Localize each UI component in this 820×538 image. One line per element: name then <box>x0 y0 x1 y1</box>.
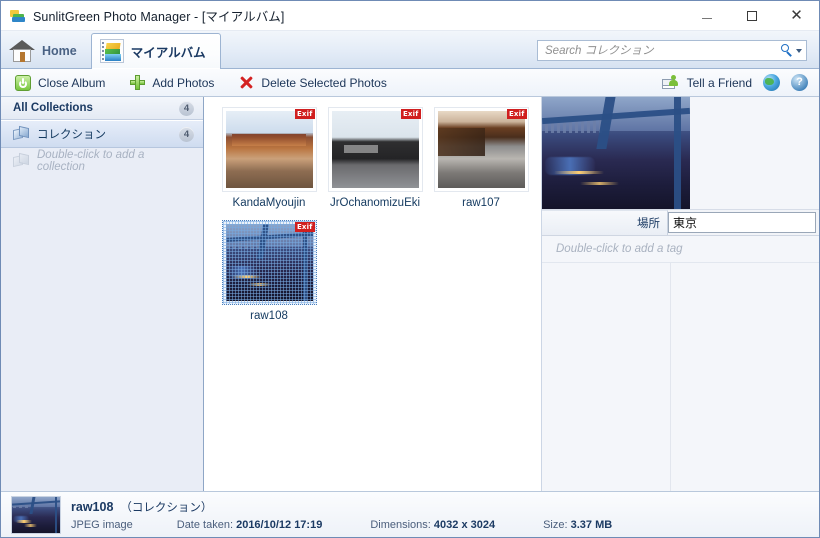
status-line-secondary: JPEG image Date taken: 2016/10/12 17:19 … <box>71 519 612 531</box>
add-tag-hint[interactable]: Double-click to add a tag <box>542 236 819 263</box>
search-container <box>537 40 807 61</box>
chevron-down-icon[interactable] <box>796 48 802 53</box>
window-controls: ✕ <box>684 1 819 30</box>
photo-grid: Exif KandaMyoujin Exif JrOchanomizuEki E… <box>216 107 541 333</box>
power-icon <box>15 74 31 91</box>
status-file-type: JPEG image <box>71 518 133 531</box>
tab-home-label: Home <box>42 43 77 58</box>
add-photos-button[interactable]: Add Photos <box>130 75 227 90</box>
minimize-button[interactable] <box>684 1 729 30</box>
exif-badge: Exif <box>294 222 315 232</box>
sidebar-add-collection-hint[interactable]: Double-click to add a collection <box>1 148 203 174</box>
window-title: SunlitGreen Photo Manager - [マイアルバム] <box>33 10 285 24</box>
photo-label: raw107 <box>462 197 500 209</box>
tab-my-album[interactable]: マイアルバム <box>90 33 221 69</box>
status-dimensions-value: 4032 x 3024 <box>433 518 496 531</box>
command-toolbar: Close Album Add Photos Delete Selected P… <box>1 69 819 97</box>
preview-image <box>542 97 690 209</box>
tag-row[interactable]: 場所 <box>542 210 819 236</box>
toolbar-right-group: Tell a Friend ? <box>661 74 819 91</box>
tab-strip: Home マイアルバム <box>1 31 819 69</box>
status-date-value: 2016/10/12 17:19 <box>236 518 323 531</box>
status-dimensions: Dimensions: 4032 x 3024 <box>370 519 495 531</box>
application-window: SunlitGreen Photo Manager - [マイアルバム] ✕ H… <box>0 0 820 538</box>
photo-image-kandamyoujin <box>225 111 313 188</box>
status-collection-name: （コレクション） <box>120 501 213 514</box>
photo-thumbnail[interactable]: Exif <box>433 107 529 192</box>
add-photos-label: Add Photos <box>152 75 215 90</box>
album-icon <box>99 39 124 63</box>
sidebar-item-collection-count: 4 <box>179 126 194 142</box>
photo-item-selected[interactable]: Exif raw108 <box>216 220 322 323</box>
status-line-primary: raw108 （コレクション） <box>71 499 612 515</box>
close-album-label: Close Album <box>38 75 106 90</box>
collection-icon <box>13 125 29 141</box>
exif-badge: Exif <box>506 109 527 119</box>
status-size-value: 3.37 MB <box>570 518 613 531</box>
collections-sidebar: All Collections 4 コレクション 4 Double-click … <box>1 97 204 491</box>
title-bar: SunlitGreen Photo Manager - [マイアルバム] ✕ <box>1 1 819 31</box>
tell-a-friend-label: Tell a Friend <box>686 75 752 90</box>
delete-selected-photos-label: Delete Selected Photos <box>261 75 387 90</box>
photo-item[interactable]: Exif JrOchanomizuEki <box>322 107 428 210</box>
status-dimensions-label: Dimensions: <box>370 518 431 531</box>
delete-x-icon <box>239 75 254 90</box>
tab-my-album-label: マイアルバム <box>130 45 206 60</box>
main-body: All Collections 4 コレクション 4 Double-click … <box>1 97 819 491</box>
tag-value-input[interactable] <box>673 215 815 230</box>
photo-label: KandaMyoujin <box>232 197 306 209</box>
status-bar: raw108 （コレクション） JPEG image Date taken: 2… <box>1 491 819 537</box>
sidebar-item-collection[interactable]: コレクション 4 <box>1 120 203 148</box>
photo-image-raw108 <box>225 224 313 301</box>
status-thumbnail <box>11 495 61 534</box>
close-album-button[interactable]: Close Album <box>15 74 118 91</box>
search-icon[interactable] <box>780 43 794 58</box>
delete-selected-photos-button[interactable]: Delete Selected Photos <box>239 75 399 90</box>
home-icon <box>9 39 35 63</box>
all-collections-label: All Collections <box>13 102 93 114</box>
photo-label: JrOchanomizuEki <box>329 197 421 209</box>
help-icon[interactable]: ? <box>791 74 808 91</box>
preview-area <box>542 97 819 210</box>
exif-badge: Exif <box>294 109 315 119</box>
status-file-name: raw108 <box>71 499 114 514</box>
search-input[interactable] <box>545 44 780 57</box>
status-date-label: Date taken: <box>176 518 234 531</box>
status-date-taken: Date taken: 2016/10/12 17:19 <box>177 519 323 531</box>
search-box[interactable] <box>537 40 807 61</box>
details-pane: 場所 Double-click to add a tag <box>542 97 819 491</box>
photo-grid-pane: Exif KandaMyoujin Exif JrOchanomizuEki E… <box>204 97 542 491</box>
tag-list-empty-area <box>542 263 819 491</box>
status-size: Size: 3.37 MB <box>543 519 612 531</box>
photo-thumbnail[interactable]: Exif <box>327 107 423 192</box>
plus-icon <box>130 75 146 90</box>
app-icon <box>10 8 26 24</box>
photo-image-jrochanomizueki <box>331 111 419 188</box>
maximize-button[interactable] <box>729 1 774 30</box>
close-icon: ✕ <box>790 6 803 24</box>
status-size-label: Size: <box>543 518 568 531</box>
tag-name-label: 場所 <box>542 210 668 235</box>
photo-thumbnail-selected[interactable]: Exif <box>221 220 317 305</box>
globe-icon[interactable] <box>763 74 780 91</box>
photo-image-raw107 <box>437 111 525 188</box>
exif-badge: Exif <box>400 109 421 119</box>
photo-item[interactable]: Exif KandaMyoujin <box>216 107 322 210</box>
collection-icon-ghost <box>13 152 29 168</box>
photo-label: raw108 <box>250 310 288 322</box>
photo-thumbnail[interactable]: Exif <box>221 107 317 192</box>
sidebar-item-collection-label: コレクション <box>37 129 106 141</box>
sidebar-header-all-collections[interactable]: All Collections 4 <box>1 97 203 120</box>
all-collections-count: 4 <box>179 100 194 116</box>
photo-item[interactable]: Exif raw107 <box>428 107 534 210</box>
status-text-block: raw108 （コレクション） JPEG image Date taken: 2… <box>71 499 612 531</box>
tell-a-friend-button[interactable]: Tell a Friend <box>661 75 752 90</box>
tell-a-friend-icon <box>661 75 680 90</box>
close-button[interactable]: ✕ <box>774 1 819 30</box>
tab-home[interactable]: Home <box>1 33 91 68</box>
add-collection-hint-label: Double-click to add a collection <box>37 149 145 173</box>
tag-value-field[interactable] <box>668 212 816 233</box>
